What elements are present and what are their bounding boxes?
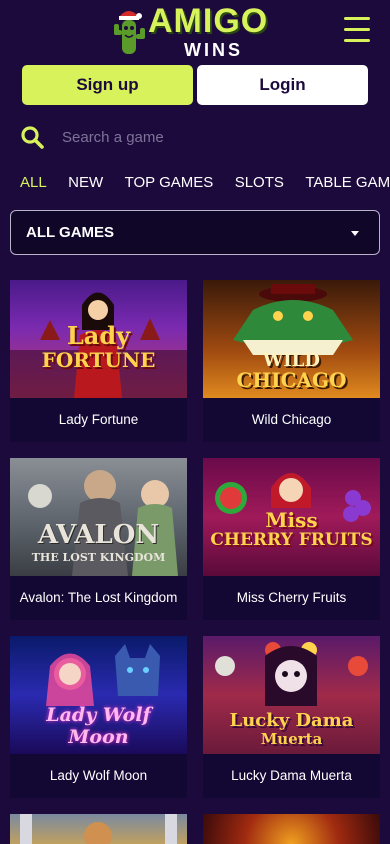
tab-slots[interactable]: SLOTS (235, 174, 284, 191)
game-title: Miss Cherry Fruits (236, 590, 347, 605)
game-thumbnail: Lady FORTUNE (10, 280, 187, 398)
art-title-line1: Miss (265, 508, 318, 532)
tab-all[interactable]: ALL (20, 174, 47, 191)
logo-wordmark-primary: AMIGO (148, 2, 269, 40)
art-title-line1: Lady (66, 321, 131, 350)
tab-top-games[interactable]: TOP GAMES (125, 174, 214, 191)
caret-down-icon (351, 231, 359, 236)
art-title-line2: CHICAGO (236, 368, 347, 392)
login-button[interactable]: Login (197, 65, 368, 105)
category-tabs: ALL NEW TOP GAMES SLOTS TABLE GAMES (20, 174, 390, 198)
game-title: Lady Wolf Moon (49, 768, 148, 783)
game-card-lady-wolf-moon[interactable]: Lady Wolf Moon Lady Wolf Moon (10, 636, 187, 798)
game-thumbnail: AVALON THE LOST KINGDOM (10, 458, 187, 576)
game-card-avalon[interactable]: AVALON THE LOST KINGDOM Avalon: The Lost… (10, 458, 187, 620)
game-thumbnail: Lucky Dama Muerta (203, 636, 380, 754)
game-thumbnail: WILD CHICAGO (203, 280, 380, 398)
game-title: Wild Chicago (251, 412, 332, 427)
game-thumbnail (10, 814, 187, 844)
art-title-line2: Muerta (260, 730, 323, 748)
amigo-wins-logo[interactable]: AMIGO WINS (112, 2, 282, 60)
game-thumbnail (203, 814, 380, 844)
header: AMIGO WINS (0, 0, 390, 62)
logo-wordmark-secondary: WINS (184, 40, 243, 60)
art-title-line1: Lucky Dama (229, 710, 354, 731)
game-thumbnail: Lady Wolf Moon (10, 636, 187, 754)
game-filter-dropdown[interactable]: ALL GAMES (10, 210, 380, 255)
game-card-lucky-dama-muerta[interactable]: Lucky Dama Muerta Lucky Dama Muerta (203, 636, 380, 798)
art-title-line2: FORTUNE (41, 348, 156, 372)
tab-new[interactable]: NEW (68, 174, 103, 191)
partial-art-icon (20, 814, 177, 844)
auth-buttons: Sign up Login (22, 65, 368, 105)
game-title: Lucky Dama Muerta (231, 768, 352, 783)
sign-up-button[interactable]: Sign up (22, 65, 193, 105)
art-title-line1: Lady Wolf (46, 704, 151, 726)
search-bar (20, 120, 370, 154)
game-title: Avalon: The Lost Kingdom (19, 590, 178, 605)
search-input[interactable] (62, 123, 362, 151)
game-card-lady-fortune[interactable]: Lady FORTUNE Lady Fortune (10, 280, 187, 442)
game-card-partial[interactable] (10, 814, 187, 844)
tab-table-games[interactable]: TABLE GAMES (305, 174, 390, 191)
cactus-mascot-icon (114, 11, 145, 54)
hamburger-menu-icon[interactable] (344, 17, 370, 45)
game-card-partial[interactable] (203, 814, 380, 844)
game-card-wild-chicago[interactable]: WILD CHICAGO Wild Chicago (203, 280, 380, 442)
art-title-line2: THE LOST KINGDOM (31, 551, 166, 564)
search-icon[interactable] (20, 125, 44, 149)
art-title-line1: AVALON (37, 520, 160, 550)
game-card-miss-cherry-fruits[interactable]: Miss CHERRY FRUITS Miss Cherry Fruits (203, 458, 380, 620)
art-title-line2: Moon (68, 726, 129, 748)
dropdown-selected-value: ALL GAMES (26, 224, 115, 241)
game-thumbnail: Miss CHERRY FRUITS (203, 458, 380, 576)
art-title-line2: CHERRY FRUITS (210, 530, 373, 550)
game-title: Lady Fortune (58, 412, 139, 427)
